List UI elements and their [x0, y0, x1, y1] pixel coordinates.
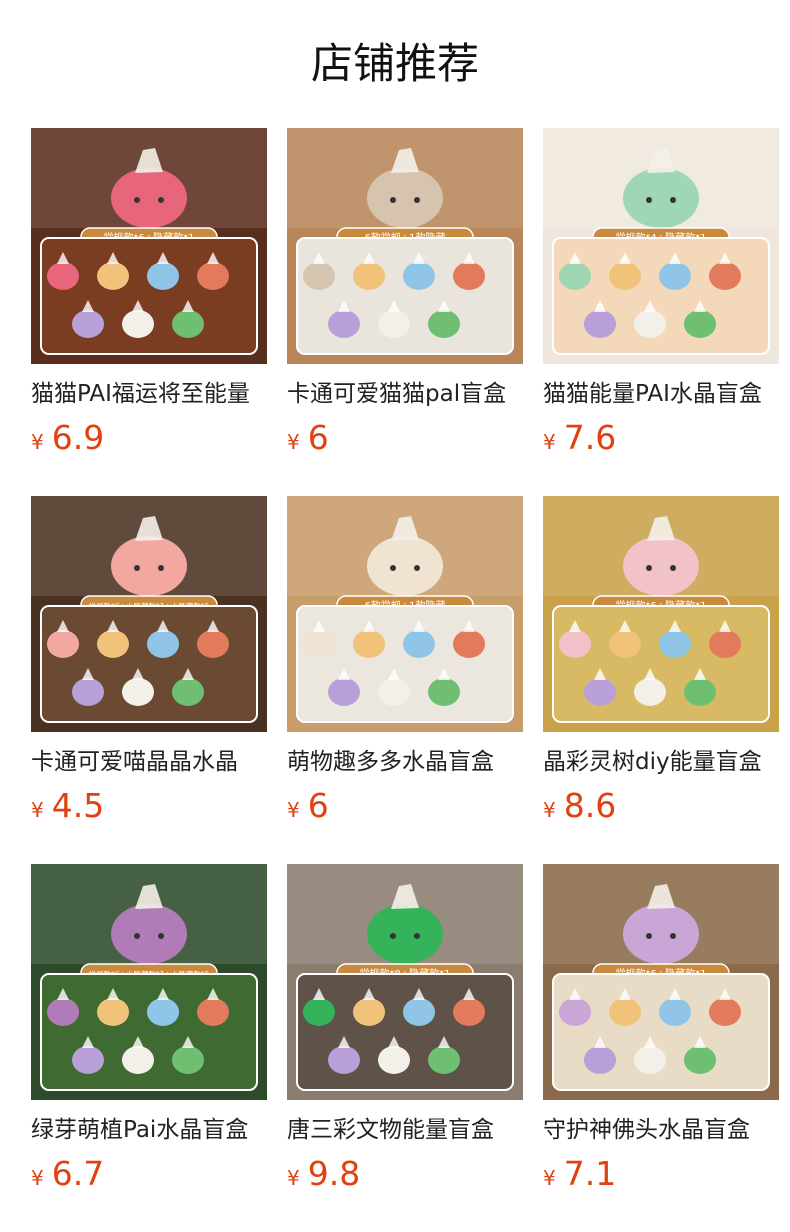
currency-symbol: ¥	[287, 430, 300, 454]
product-name[interactable]: 守护神佛头水晶盲盒	[543, 1114, 779, 1146]
product-name[interactable]: 猫猫能量PAI水晶盲盒	[543, 378, 779, 410]
product-price: ¥9.8	[287, 1154, 523, 1200]
product-image[interactable]: 6款常规+1款隐藏	[287, 496, 523, 732]
product-image[interactable]: 常规款*6+隐藏款*1	[543, 864, 779, 1100]
product-image[interactable]: 常规款*6+隐藏款*1	[31, 128, 267, 364]
currency-symbol: ¥	[287, 1166, 300, 1190]
product-name[interactable]: 萌物趣多多水晶盲盒	[287, 746, 523, 778]
product-price: ¥6	[287, 786, 523, 832]
product-image[interactable]: 常规款*6+小隐藏款*1+大隐藏款*1	[31, 864, 267, 1100]
currency-symbol: ¥	[31, 430, 44, 454]
product-price: ¥6.9	[31, 418, 267, 464]
product-image[interactable]: 常规款*6+小隐藏款*1+大隐藏款*1	[31, 496, 267, 732]
product-price: ¥8.6	[543, 786, 779, 832]
product-name[interactable]: 卡通可爱猫猫pal盲盒	[287, 378, 523, 410]
product-card[interactable]: 常规款*6+隐藏款*1 晶彩灵树diy能量盲盒 ¥8.6	[543, 496, 779, 832]
product-name[interactable]: 绿芽萌植Pai水晶盲盒	[31, 1114, 267, 1146]
product-price: ¥7.1	[543, 1154, 779, 1200]
product-card[interactable]: 常规款*8+隐藏款*1 唐三彩文物能量盲盒 ¥9.8	[287, 864, 523, 1200]
currency-symbol: ¥	[543, 1166, 556, 1190]
price-value: 8.6	[563, 786, 617, 825]
product-card[interactable]: 常规款*6+隐藏款*1 猫猫PAI福运将至能量 ¥6.9	[31, 128, 267, 464]
product-card[interactable]: 6款常规+1款隐藏萌物趣多多水晶盲盒 ¥6	[287, 496, 523, 832]
product-price: ¥6.7	[31, 1154, 267, 1200]
currency-symbol: ¥	[287, 798, 300, 822]
product-name[interactable]: 猫猫PAI福运将至能量	[31, 378, 267, 410]
product-price: ¥6	[287, 418, 523, 464]
price-value: 9.8	[307, 1154, 361, 1193]
product-name[interactable]: 唐三彩文物能量盲盒	[287, 1114, 523, 1146]
price-value: 6	[307, 786, 329, 825]
currency-symbol: ¥	[31, 798, 44, 822]
currency-symbol: ¥	[543, 798, 556, 822]
product-image[interactable]: 常规款*6+隐藏款*1	[543, 496, 779, 732]
product-price: ¥7.6	[543, 418, 779, 464]
page-title: 店铺推荐	[310, 39, 479, 88]
currency-symbol: ¥	[31, 1166, 44, 1190]
price-value: 7.1	[563, 1154, 617, 1193]
price-value: 6.7	[51, 1154, 105, 1193]
product-image[interactable]: 常规款*4+隐藏款*1	[543, 128, 779, 364]
product-card[interactable]: 常规款*6+小隐藏款*1+大隐藏款*1 卡通可爱喵晶晶水晶 ¥4.5	[31, 496, 267, 832]
product-card[interactable]: 常规款*6+隐藏款*1 守护神佛头水晶盲盒 ¥7.1	[543, 864, 779, 1200]
product-image[interactable]: 6款常规+1款隐藏	[287, 128, 523, 364]
product-card[interactable]: 6款常规+1款隐藏卡通可爱猫猫pal盲盒 ¥6	[287, 128, 523, 464]
product-price: ¥4.5	[31, 786, 267, 832]
product-card[interactable]: 常规款*6+小隐藏款*1+大隐藏款*1 绿芽萌植Pai水晶盲盒 ¥6.7	[31, 864, 267, 1200]
product-name[interactable]: 晶彩灵树diy能量盲盒	[543, 746, 779, 778]
currency-symbol: ¥	[543, 430, 556, 454]
price-value: 7.6	[563, 418, 617, 457]
product-card[interactable]: 常规款*4+隐藏款*1 猫猫能量PAI水晶盲盒 ¥7.6	[543, 128, 779, 464]
price-value: 6.9	[51, 418, 105, 457]
product-image[interactable]: 常规款*8+隐藏款*1	[287, 864, 523, 1100]
price-value: 6	[307, 418, 329, 457]
product-name[interactable]: 卡通可爱喵晶晶水晶	[31, 746, 267, 778]
price-value: 4.5	[51, 786, 105, 825]
